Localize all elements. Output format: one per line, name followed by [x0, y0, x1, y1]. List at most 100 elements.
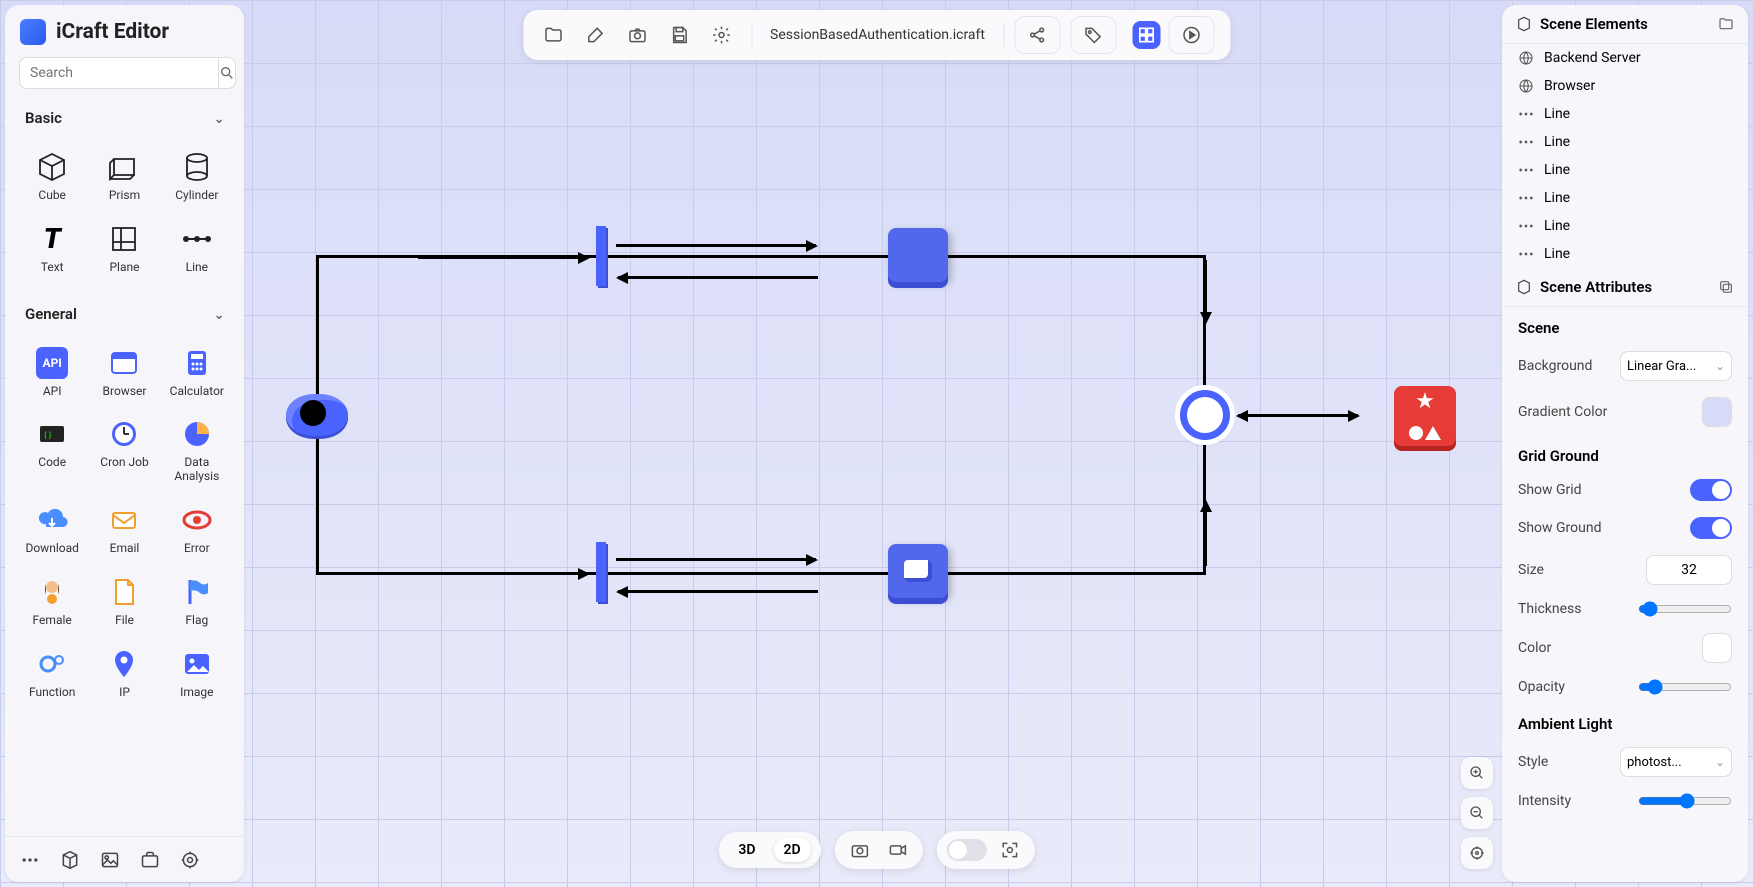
app-logo-icon — [20, 19, 46, 45]
text-icon: T — [36, 223, 68, 255]
show-ground-toggle[interactable] — [1690, 517, 1732, 539]
color-swatch[interactable] — [1702, 633, 1732, 663]
shape-cronjob[interactable]: Cron Job — [89, 410, 159, 492]
shape-text[interactable]: TText — [17, 215, 87, 283]
zoom-controls — [1461, 757, 1493, 869]
view-3d-button[interactable]: 3D — [728, 838, 765, 862]
zoom-out-button[interactable] — [1461, 797, 1493, 829]
shape-download[interactable]: Download — [17, 496, 87, 564]
shape-ip[interactable]: IP — [89, 640, 159, 708]
section-general[interactable]: General — [5, 295, 244, 333]
crosshair-icon — [1469, 845, 1485, 861]
record-button[interactable] — [883, 837, 913, 863]
canvas-slab-top — [596, 226, 606, 286]
canvas-area[interactable]: ★ — [0, 0, 1753, 887]
show-ground-label: Show Ground — [1518, 520, 1601, 536]
element-item[interactable]: Line — [1502, 184, 1748, 212]
image-button[interactable] — [99, 849, 121, 871]
shape-error[interactable]: Error — [162, 496, 232, 564]
shape-flag[interactable]: Flag — [162, 568, 232, 636]
search-button[interactable] — [219, 57, 236, 89]
gradient-swatch[interactable] — [1702, 397, 1732, 427]
shape-browser[interactable]: Browser — [89, 339, 159, 407]
share-button[interactable] — [1023, 21, 1051, 49]
recenter-button[interactable] — [1461, 837, 1493, 869]
target-button[interactable] — [179, 849, 201, 871]
email-icon — [108, 504, 140, 536]
tag-button[interactable] — [1079, 21, 1107, 49]
tag-icon — [1083, 25, 1103, 45]
zoom-in-button[interactable] — [1461, 757, 1493, 789]
background-label: Background — [1518, 358, 1592, 374]
globe-icon — [1518, 78, 1534, 94]
library-sidebar: iCraft Editor Basic Cube Prism Cylinder … — [5, 5, 244, 882]
shape-line[interactable]: Line — [162, 215, 232, 283]
shape-cylinder[interactable]: Cylinder — [162, 143, 232, 211]
shape-function[interactable]: Function — [17, 640, 87, 708]
view-controls: 3D 2D — [718, 831, 1034, 869]
size-input[interactable] — [1646, 555, 1732, 585]
shape-dataanalysis[interactable]: Data Analysis — [162, 410, 232, 492]
canvas-arrow-left — [618, 590, 818, 593]
more-button[interactable] — [19, 849, 41, 871]
copy-icon[interactable] — [1718, 279, 1734, 295]
size-label: Size — [1518, 562, 1544, 578]
shape-prism[interactable]: Prism — [89, 143, 159, 211]
intensity-slider[interactable] — [1638, 793, 1732, 809]
scene-elements-title: Scene Elements — [1540, 15, 1648, 33]
prism-icon — [108, 151, 140, 183]
element-item[interactable]: Line — [1502, 212, 1748, 240]
opacity-slider[interactable] — [1638, 679, 1732, 695]
shape-female[interactable]: Female — [17, 568, 87, 636]
folder-button[interactable] — [539, 21, 567, 49]
zoom-out-icon — [1469, 805, 1485, 821]
view-2d-button[interactable]: 2D — [774, 838, 811, 862]
shape-cube[interactable]: Cube — [17, 143, 87, 211]
element-item[interactable]: Line — [1502, 156, 1748, 184]
expand-button[interactable] — [995, 837, 1025, 863]
canvas-arrow-right — [616, 244, 816, 247]
background-select[interactable]: Linear Gra... — [1620, 351, 1732, 381]
error-icon — [181, 504, 213, 536]
save-button[interactable] — [665, 21, 693, 49]
shape-api[interactable]: APIAPI — [17, 339, 87, 407]
snapshot-button[interactable] — [845, 837, 875, 863]
style-select[interactable]: photost... — [1620, 747, 1732, 777]
flag-icon — [181, 576, 213, 608]
canvas-slab-bottom — [596, 542, 606, 602]
element-item[interactable]: Line — [1502, 100, 1748, 128]
search-input[interactable] — [19, 57, 219, 89]
pen-button[interactable] — [581, 21, 609, 49]
camera-button[interactable] — [623, 21, 651, 49]
canvas-arrow-right — [616, 558, 816, 561]
play-button[interactable] — [1177, 21, 1205, 49]
box-button[interactable] — [59, 849, 81, 871]
shape-calculator[interactable]: Calculator — [162, 339, 232, 407]
briefcase-button[interactable] — [139, 849, 161, 871]
element-item[interactable]: Line — [1502, 240, 1748, 268]
thickness-slider[interactable] — [1638, 601, 1732, 617]
app-logo-row: iCraft Editor — [5, 5, 244, 57]
elements-list: Backend Server Browser Line Line Line Li… — [1502, 44, 1748, 268]
line-icon — [1518, 190, 1534, 206]
element-item[interactable]: Backend Server — [1502, 44, 1748, 72]
element-item[interactable]: Browser — [1502, 72, 1748, 100]
settings-button[interactable] — [707, 21, 735, 49]
element-item[interactable]: Line — [1502, 128, 1748, 156]
layout-button[interactable] — [1132, 21, 1160, 49]
shape-file[interactable]: File — [89, 568, 159, 636]
shape-plane[interactable]: Plane — [89, 215, 159, 283]
api-icon: API — [36, 347, 68, 379]
show-grid-toggle[interactable] — [1690, 479, 1732, 501]
show-grid-label: Show Grid — [1518, 482, 1582, 498]
folder-icon[interactable] — [1718, 16, 1734, 32]
style-label: Style — [1518, 754, 1548, 770]
code-icon: { } — [36, 418, 68, 450]
section-basic[interactable]: Basic — [5, 99, 244, 137]
focus-icon — [1000, 840, 1020, 860]
preview-toggle[interactable] — [947, 839, 987, 861]
shape-email[interactable]: Email — [89, 496, 159, 564]
shape-image[interactable]: Image — [162, 640, 232, 708]
canvas-redsquare: ★ — [1394, 386, 1456, 446]
shape-code[interactable]: { }Code — [17, 410, 87, 492]
